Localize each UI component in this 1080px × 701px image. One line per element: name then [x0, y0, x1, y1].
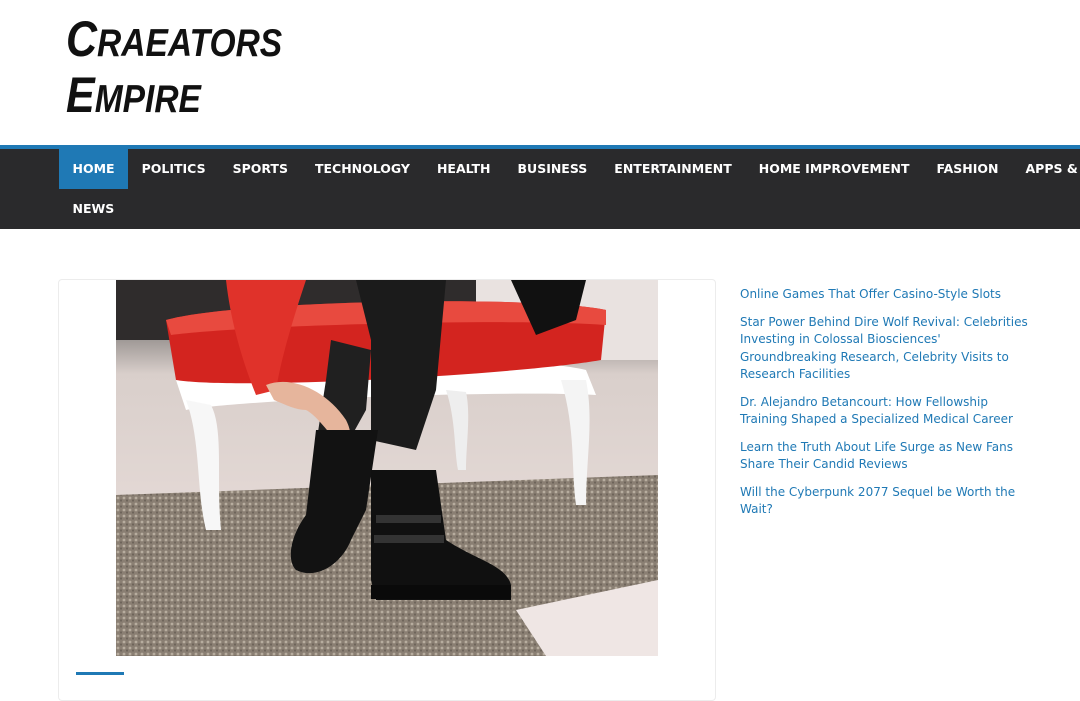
site-header: CRAEATORS EMPIRE: [0, 0, 1080, 145]
nav-item-entertainment[interactable]: ENTERTAINMENT: [601, 149, 745, 189]
nav-item-politics[interactable]: POLITICS: [128, 149, 219, 189]
recent-post-link[interactable]: Star Power Behind Dire Wolf Revival: Cel…: [740, 314, 1030, 384]
recent-post-link[interactable]: Online Games That Offer Casino-Style Slo…: [740, 286, 1030, 304]
nav-item-sports[interactable]: SPORTS: [219, 149, 301, 189]
list-item: Dr. Alejandro Betancourt: How Fellowship…: [740, 394, 1030, 429]
recent-post-link[interactable]: Learn the Truth About Life Surge as New …: [740, 439, 1030, 474]
logo-text-2: MPIRE: [94, 78, 201, 121]
nav-item-news[interactable]: NEWS: [59, 189, 128, 229]
nav-row-1: HOME POLITICS SPORTS TECHNOLOGY HEALTH B…: [59, 149, 1080, 189]
site-logo[interactable]: CRAEATORS EMPIRE: [66, 14, 282, 120]
list-item: Star Power Behind Dire Wolf Revival: Cel…: [740, 314, 1030, 384]
recent-post-link[interactable]: Dr. Alejandro Betancourt: How Fellowship…: [740, 394, 1030, 429]
recent-posts-list: Online Games That Offer Casino-Style Slo…: [740, 286, 1030, 519]
list-item: Online Games That Offer Casino-Style Slo…: [740, 286, 1030, 304]
recent-post-link[interactable]: Will the Cyberpunk 2077 Sequel be Worth …: [740, 484, 1030, 519]
logo-initial-2: E: [66, 67, 95, 123]
main-navigation: HOME POLITICS SPORTS TECHNOLOGY HEALTH B…: [0, 149, 1080, 229]
nav-item-technology[interactable]: TECHNOLOGY: [301, 149, 423, 189]
nav-item-health[interactable]: HEALTH: [423, 149, 504, 189]
list-item: Learn the Truth About Life Surge as New …: [740, 439, 1030, 474]
logo-line-1: CRAEATORS: [66, 14, 282, 64]
logo-text-1: RAEATORS: [97, 22, 283, 65]
logo-initial-1: C: [66, 11, 98, 67]
list-item: Will the Cyberpunk 2077 Sequel be Worth …: [740, 484, 1030, 519]
logo-line-2: EMPIRE: [66, 70, 282, 120]
nav-item-fashion[interactable]: FASHION: [923, 149, 1012, 189]
nav-row-2: NEWS: [59, 189, 128, 229]
nav-item-business[interactable]: BUSINESS: [504, 149, 601, 189]
nav-item-home-improvement[interactable]: HOME IMPROVEMENT: [745, 149, 923, 189]
nav-item-apps-games[interactable]: APPS & GAMES: [1012, 149, 1080, 189]
nav-item-home[interactable]: HOME: [59, 149, 129, 189]
sidebar-recent-posts: Online Games That Offer Casino-Style Slo…: [740, 286, 1030, 529]
featured-post-image[interactable]: [116, 280, 658, 656]
